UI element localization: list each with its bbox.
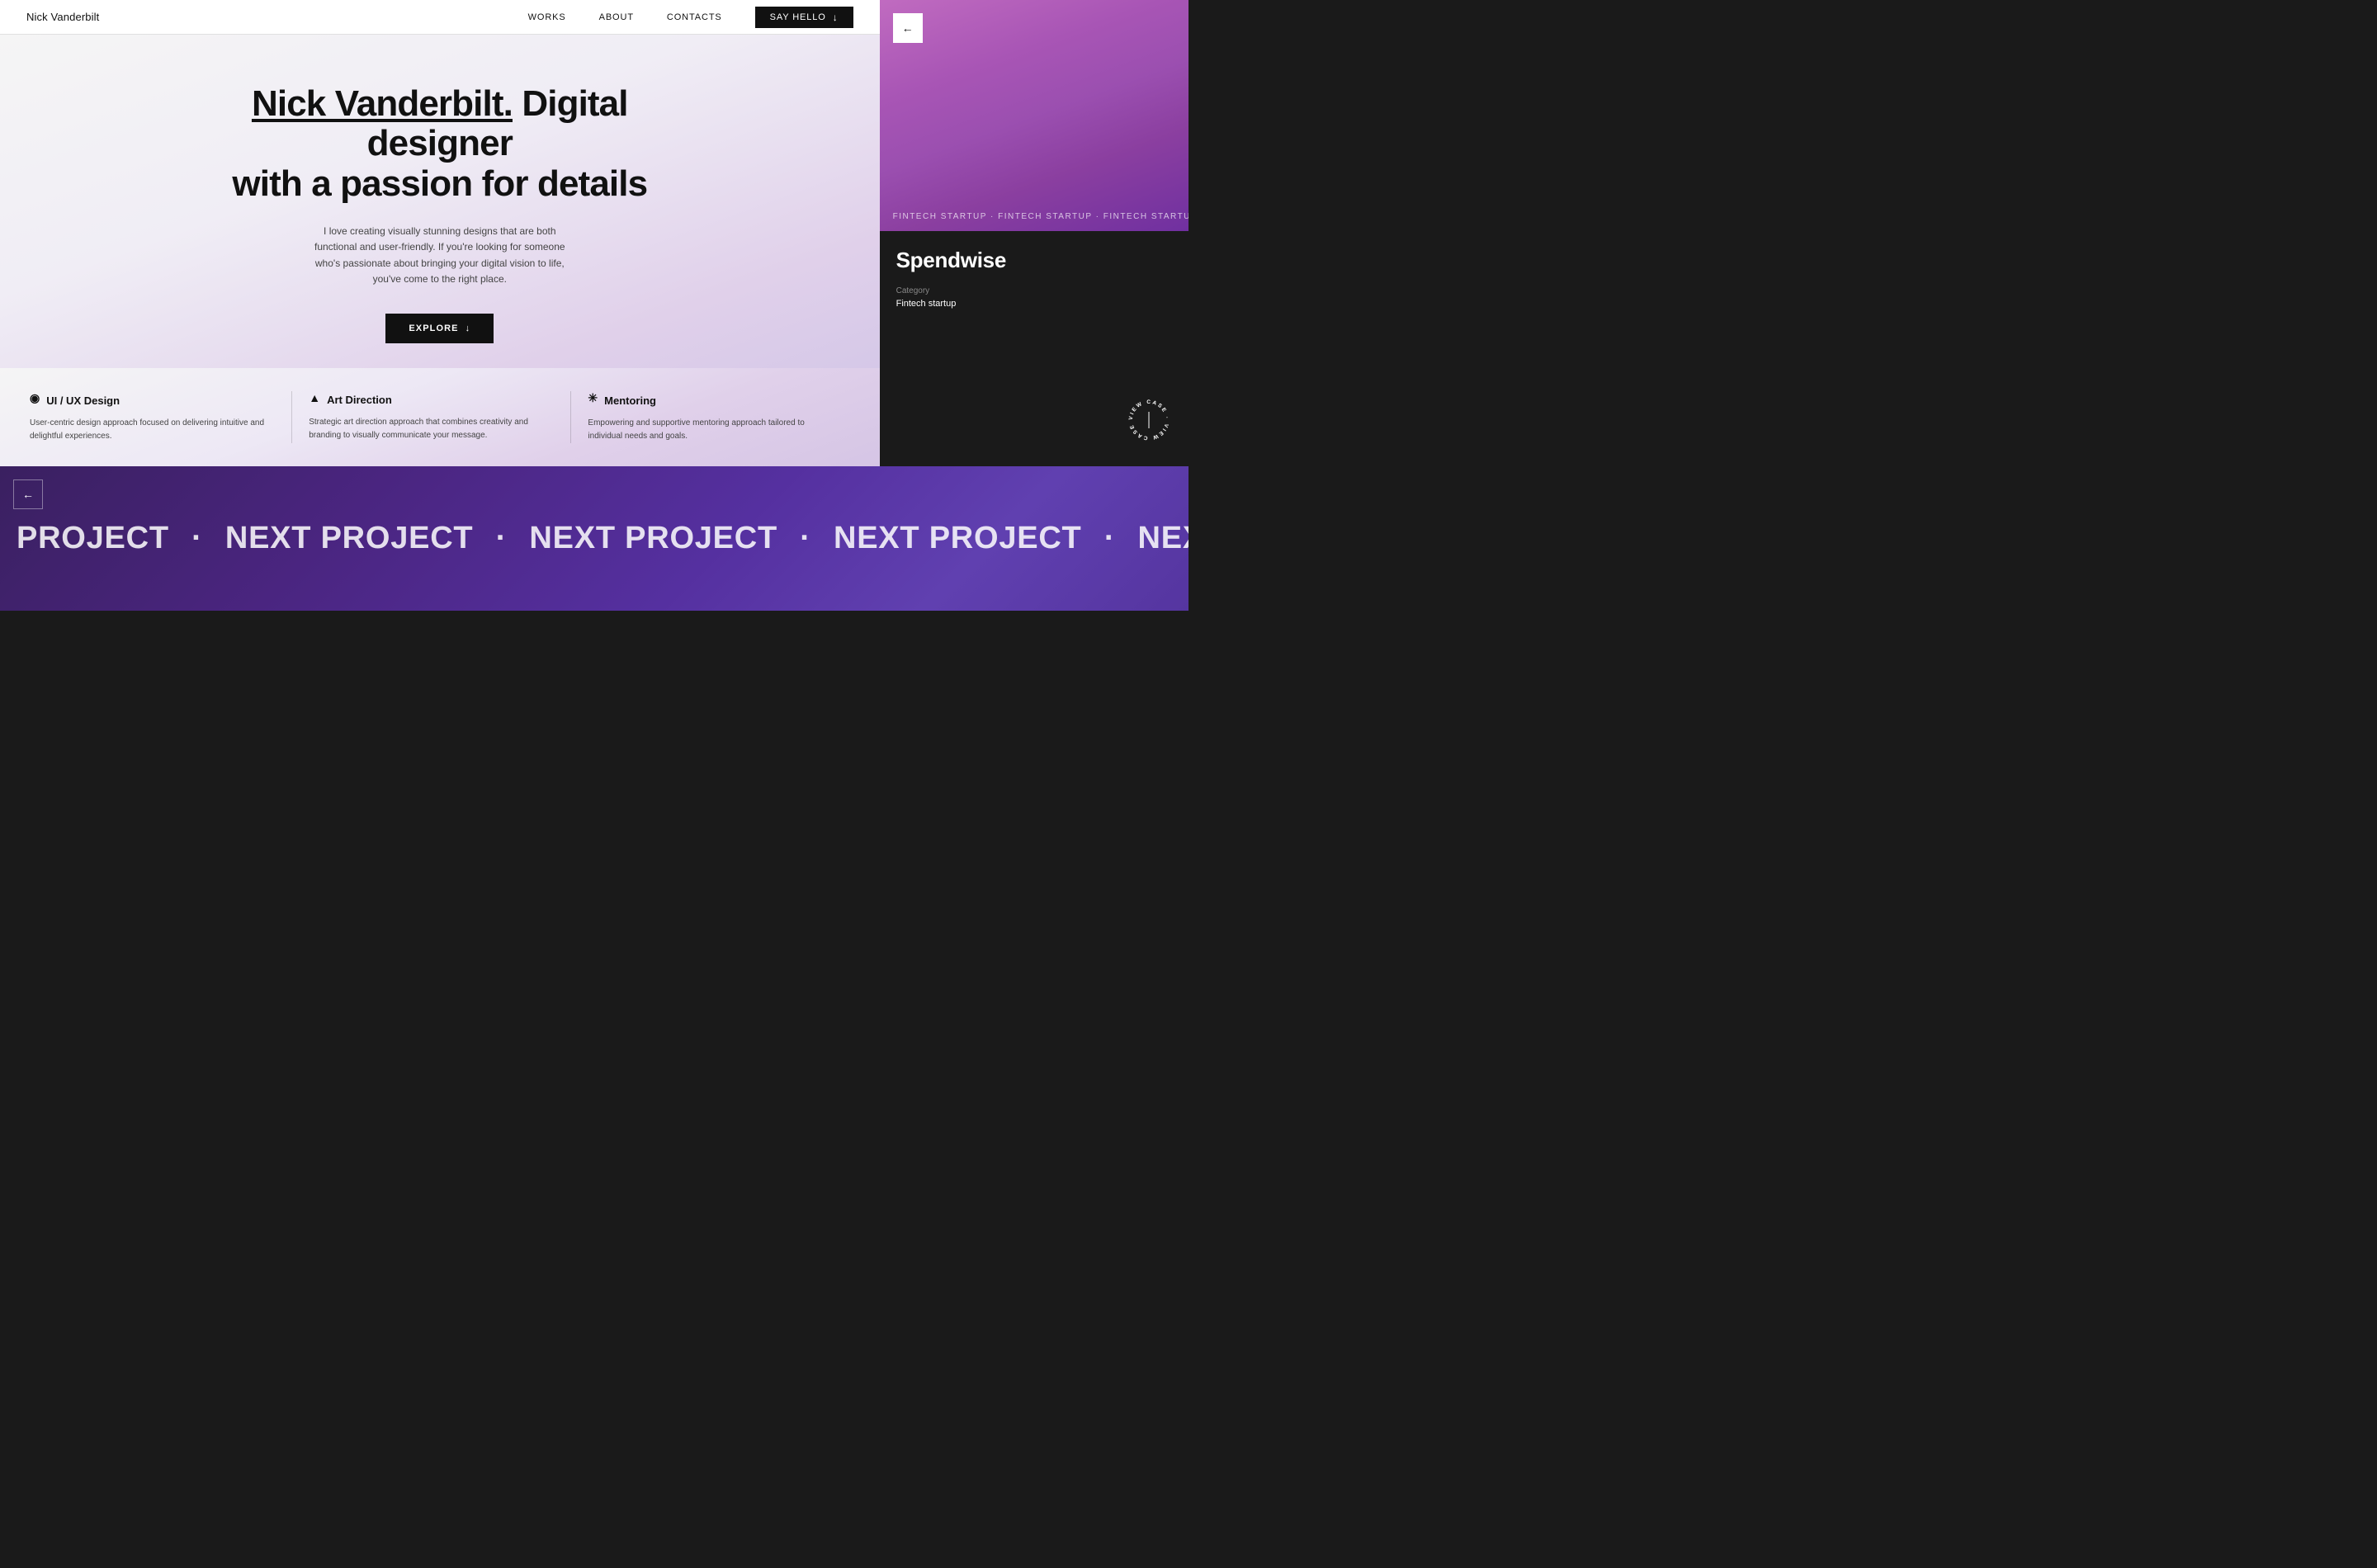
hero-title: Nick Vanderbilt. Digital designerwith a … <box>209 84 671 204</box>
nav-contacts[interactable]: CONTACTS <box>667 12 722 22</box>
back-button-top[interactable]: ← <box>893 13 923 43</box>
services-section: ◉ UI / UX Design User-centric design app… <box>0 368 880 466</box>
service-ux-desc: User-centric design approach focused on … <box>30 417 275 443</box>
arrow-left-icon: ← <box>902 21 914 35</box>
project-info: Spendwise Category Fintech startup VIEW … <box>880 231 1188 466</box>
service-art-title: ▲ Art Direction <box>309 391 554 409</box>
mentoring-icon: ✳ <box>588 391 598 405</box>
project-category-value: Fintech startup <box>896 299 1172 309</box>
next-project-text: PROJECT · NEXT PROJECT · NEXT PROJECT · … <box>17 521 1188 556</box>
view-case-svg: VIEW CASE · VIEW CASE · <box>1122 394 1175 446</box>
nav-works[interactable]: WORKS <box>528 12 566 22</box>
service-item-mentoring: ✳ Mentoring Empowering and supportive me… <box>588 391 849 443</box>
service-art-desc: Strategic art direction approach that co… <box>309 416 554 442</box>
hero-section: Nick Vanderbilt. Digital designerwith a … <box>0 35 880 368</box>
page-wrapper: Nick Vanderbilt WORKS ABOUT CONTACTS SAY… <box>0 0 1188 611</box>
back-button-bottom[interactable]: ← <box>13 479 43 509</box>
next-project-ticker: PROJECT · NEXT PROJECT · NEXT PROJECT · … <box>0 521 1188 556</box>
service-mentoring-desc: Empowering and supportive mentoring appr… <box>588 417 833 443</box>
service-mentoring-title: ✳ Mentoring <box>588 391 833 410</box>
view-case-circle[interactable]: VIEW CASE · VIEW CASE · <box>1122 394 1175 446</box>
ux-icon: ◉ <box>30 391 40 405</box>
project-image: FINTECH STARTUP · FINTECH STARTUP · FINT… <box>880 0 1188 231</box>
arrow-down-icon: ↓ <box>833 12 839 23</box>
service-ux-title: ◉ UI / UX Design <box>30 391 275 410</box>
project-category-label: Category <box>896 286 1172 295</box>
hero-title-name: Nick Vanderbilt. <box>252 83 513 124</box>
nav-about[interactable]: ABOUT <box>599 12 634 22</box>
say-hello-button[interactable]: SAY HELLO ↓ <box>755 7 853 28</box>
explore-button[interactable]: EXPLORE ↓ <box>385 314 494 343</box>
site-logo[interactable]: Nick Vanderbilt <box>26 11 99 23</box>
main-panel: Nick Vanderbilt WORKS ABOUT CONTACTS SAY… <box>0 0 880 466</box>
project-ticker: FINTECH STARTUP · FINTECH STARTUP · FINT… <box>880 202 1188 231</box>
service-item-ux: ◉ UI / UX Design User-centric design app… <box>30 391 292 443</box>
art-icon: ▲ <box>309 391 320 404</box>
svg-text:VIEW CASE · VIEW CASE ·: VIEW CASE · VIEW CASE · <box>1122 394 1170 441</box>
header: Nick Vanderbilt WORKS ABOUT CONTACTS SAY… <box>0 0 880 35</box>
header-nav: WORKS ABOUT CONTACTS SAY HELLO ↓ <box>528 7 853 28</box>
top-section: Nick Vanderbilt WORKS ABOUT CONTACTS SAY… <box>0 0 1188 466</box>
hero-subtitle: I love creating visually stunning design… <box>308 224 572 287</box>
bottom-section: ← PROJECT · NEXT PROJECT · NEXT PROJECT … <box>0 466 1188 611</box>
project-name: Spendwise <box>896 248 1172 273</box>
project-card-panel: ← FINTECH STARTUP · FINTECH STARTUP · FI… <box>880 0 1188 466</box>
explore-arrow-icon: ↓ <box>465 324 471 333</box>
service-item-art: ▲ Art Direction Strategic art direction … <box>309 391 571 443</box>
arrow-left-bottom-icon: ← <box>22 488 34 501</box>
